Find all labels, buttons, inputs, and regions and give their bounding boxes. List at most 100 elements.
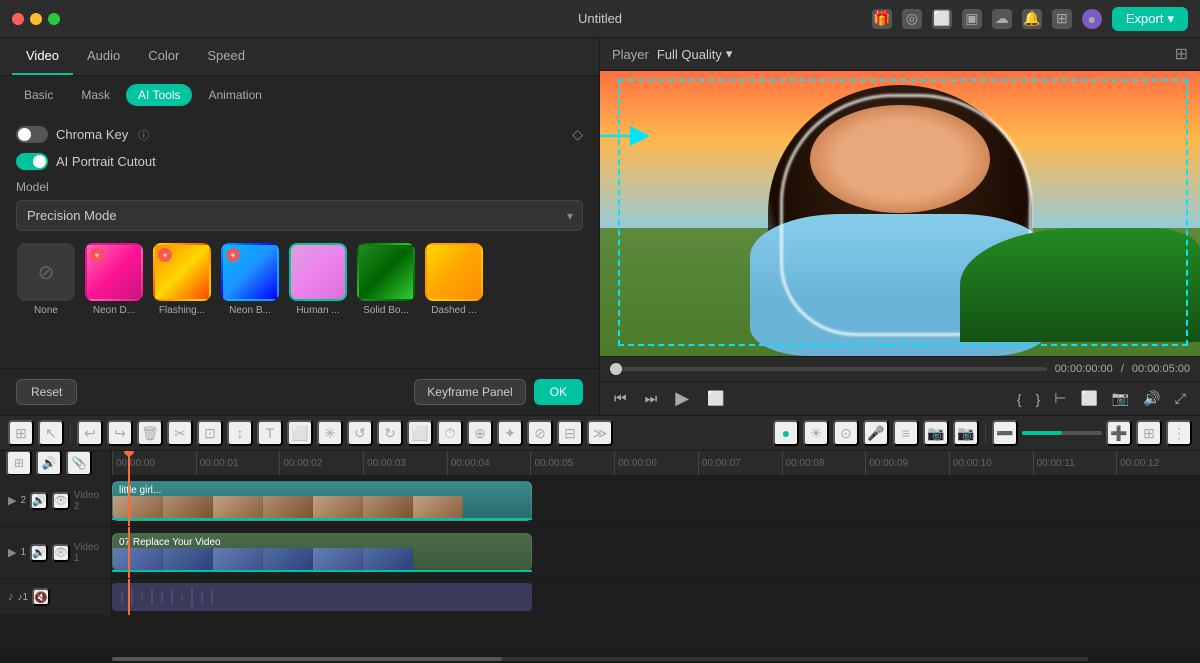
ok-button[interactable]: OK	[534, 379, 583, 405]
reset-button[interactable]: Reset	[16, 379, 77, 405]
chroma-key-row: Chroma Key ⓘ ◇	[16, 126, 583, 143]
playback-controls: ⏮ ⏭ ▶ ⬜ { } ⊢ ⬜ 📷 🔊 ⤢	[600, 381, 1200, 415]
close-button[interactable]	[12, 13, 24, 25]
subtab-mask[interactable]: Mask	[69, 84, 122, 106]
timeline-magnet-button[interactable]: 📎	[66, 451, 92, 476]
track-content-v2: little girl...	[112, 475, 1200, 526]
undo-button[interactable]: ↩	[77, 420, 103, 446]
audio-extract-button[interactable]: ↕	[227, 420, 253, 446]
chroma-key-toggle[interactable]	[16, 126, 48, 143]
list-button[interactable]: ≡	[893, 420, 919, 446]
keyframe-panel-button[interactable]: Keyframe Panel	[414, 379, 525, 405]
more-tools-button[interactable]: ≫	[587, 420, 613, 446]
effect-human[interactable]: Human ...	[288, 243, 348, 316]
track-v2-audio-button[interactable]: 🔊	[30, 492, 48, 510]
rotate-left-button[interactable]: ↺	[347, 420, 373, 446]
player-view-button[interactable]: ⊞	[1175, 44, 1188, 64]
stop-button[interactable]: ⬜	[705, 388, 726, 409]
effect-solid[interactable]: Solid Bo...	[356, 243, 416, 316]
track-v1-eye-button[interactable]: 👁	[52, 544, 70, 562]
tab-speed[interactable]: Speed	[193, 38, 259, 75]
add-button[interactable]: ⊕	[467, 420, 493, 446]
minimize-button[interactable]	[30, 13, 42, 25]
cursor-button[interactable]: ↖	[38, 420, 64, 446]
avatar-icon[interactable]: ●	[1082, 9, 1102, 29]
timeline-split-button[interactable]: ⊞	[6, 451, 32, 476]
effects-button[interactable]: ✦	[497, 420, 523, 446]
subtab-ai-tools[interactable]: AI Tools	[126, 84, 192, 106]
tab-color[interactable]: Color	[134, 38, 193, 75]
chroma-key-expand-icon[interactable]: ◇	[572, 126, 583, 143]
bracket-left-button[interactable]: {	[1015, 388, 1024, 409]
track-v2-eye-button[interactable]: 👁	[52, 492, 70, 510]
camera2-button[interactable]: 📷	[953, 420, 979, 446]
clip-v2[interactable]: little girl...	[112, 481, 532, 521]
track-v1-audio-button[interactable]: 🔊	[30, 544, 48, 562]
subtab-animation[interactable]: Animation	[196, 84, 273, 106]
ai-portrait-toggle[interactable]	[16, 153, 48, 170]
effect-neon1[interactable]: ♥ Neon D...	[84, 243, 144, 316]
fullscreen-button[interactable]: ⬜	[1078, 388, 1099, 409]
sticker-button[interactable]: ✳	[317, 420, 343, 446]
more-button[interactable]: ⤢	[1173, 388, 1188, 409]
volume-button[interactable]: 🔊	[1141, 388, 1162, 409]
text-button[interactable]: T	[257, 420, 283, 446]
effect-dashed[interactable]: Dashed ...	[424, 243, 484, 316]
maximize-button[interactable]	[48, 13, 60, 25]
audio-clip[interactable]	[112, 583, 532, 611]
scrollbar-thumb[interactable]	[112, 657, 502, 661]
duration-button[interactable]: ⏱	[437, 420, 463, 446]
play-button[interactable]: ▶	[673, 386, 691, 411]
split-view-button[interactable]: ⊞	[8, 420, 34, 446]
step-back-button[interactable]: ⏭	[643, 388, 660, 409]
cloud-icon[interactable]: ☁	[992, 9, 1012, 29]
chroma-key-help-icon[interactable]: ⓘ	[138, 127, 149, 143]
track-v2-playhead	[128, 475, 130, 526]
zoom-in-button[interactable]: ➕	[1106, 420, 1132, 446]
mic-button[interactable]: 🎤	[863, 420, 889, 446]
screenshot-button[interactable]: 📷	[1110, 388, 1131, 409]
delete-button[interactable]: 🗑	[137, 420, 163, 446]
display-icon[interactable]: ⬜	[932, 9, 952, 29]
quality-select[interactable]: Full Quality ▾	[657, 46, 733, 62]
export-button[interactable]: Export ▾	[1112, 7, 1188, 31]
color-correct-button[interactable]: ⊙	[833, 420, 859, 446]
effect-neon3[interactable]: ♥ Neon B...	[220, 243, 280, 316]
brightness-button[interactable]: ☀	[803, 420, 829, 446]
shape-button[interactable]: ⬜	[287, 420, 313, 446]
scrollbar-track[interactable]	[112, 657, 1088, 661]
trim-button[interactable]: ⊢	[1052, 388, 1068, 409]
effect-none[interactable]: ⊘ None	[16, 243, 76, 316]
clip-v1[interactable]: 07 Replace Your Video	[112, 533, 532, 571]
subtab-basic[interactable]: Basic	[12, 84, 65, 106]
tab-video[interactable]: Video	[12, 38, 73, 75]
bell-icon[interactable]: 🔔	[1022, 9, 1042, 29]
apps-icon[interactable]: ⊞	[1052, 9, 1072, 29]
adjust-button[interactable]: ⊟	[557, 420, 583, 446]
bracket-right-button[interactable]: }	[1034, 388, 1043, 409]
crop-button[interactable]: ⊡	[197, 420, 223, 446]
zoom-slider[interactable]	[1022, 431, 1102, 435]
desktop-icon[interactable]: ▣	[962, 9, 982, 29]
skip-back-button[interactable]: ⏮	[612, 388, 629, 409]
profile-icon[interactable]: ◎	[902, 9, 922, 29]
gift-icon[interactable]: 🎁	[872, 9, 892, 29]
more-options-button[interactable]: ⋮	[1166, 420, 1192, 446]
transition-button[interactable]: ⊘	[527, 420, 553, 446]
ruler-marks: 00:00:00 00:00:01 00:00:02 00:00:03 00:0…	[112, 451, 1200, 475]
grid-view-button[interactable]: ⊞	[1136, 420, 1162, 446]
toolbar-separator-1	[70, 423, 71, 443]
model-select[interactable]: Precision Mode	[16, 200, 583, 231]
progress-bar[interactable]	[610, 367, 1047, 371]
record-button[interactable]: ●	[773, 420, 799, 446]
timeline-audio-button[interactable]: 🔊	[36, 451, 62, 476]
rotate-right-button[interactable]: ↻	[377, 420, 403, 446]
freeze-button[interactable]: ⬜	[407, 420, 433, 446]
camera1-button[interactable]: 📷	[923, 420, 949, 446]
track-a1-mute-button[interactable]: 🔇	[32, 588, 50, 606]
redo-button[interactable]: ↪	[107, 420, 133, 446]
effect-neon2[interactable]: ♥ Flashing...	[152, 243, 212, 316]
cut-button[interactable]: ✂	[167, 420, 193, 446]
tab-audio[interactable]: Audio	[73, 38, 134, 75]
zoom-out-button[interactable]: ➖	[992, 420, 1018, 446]
